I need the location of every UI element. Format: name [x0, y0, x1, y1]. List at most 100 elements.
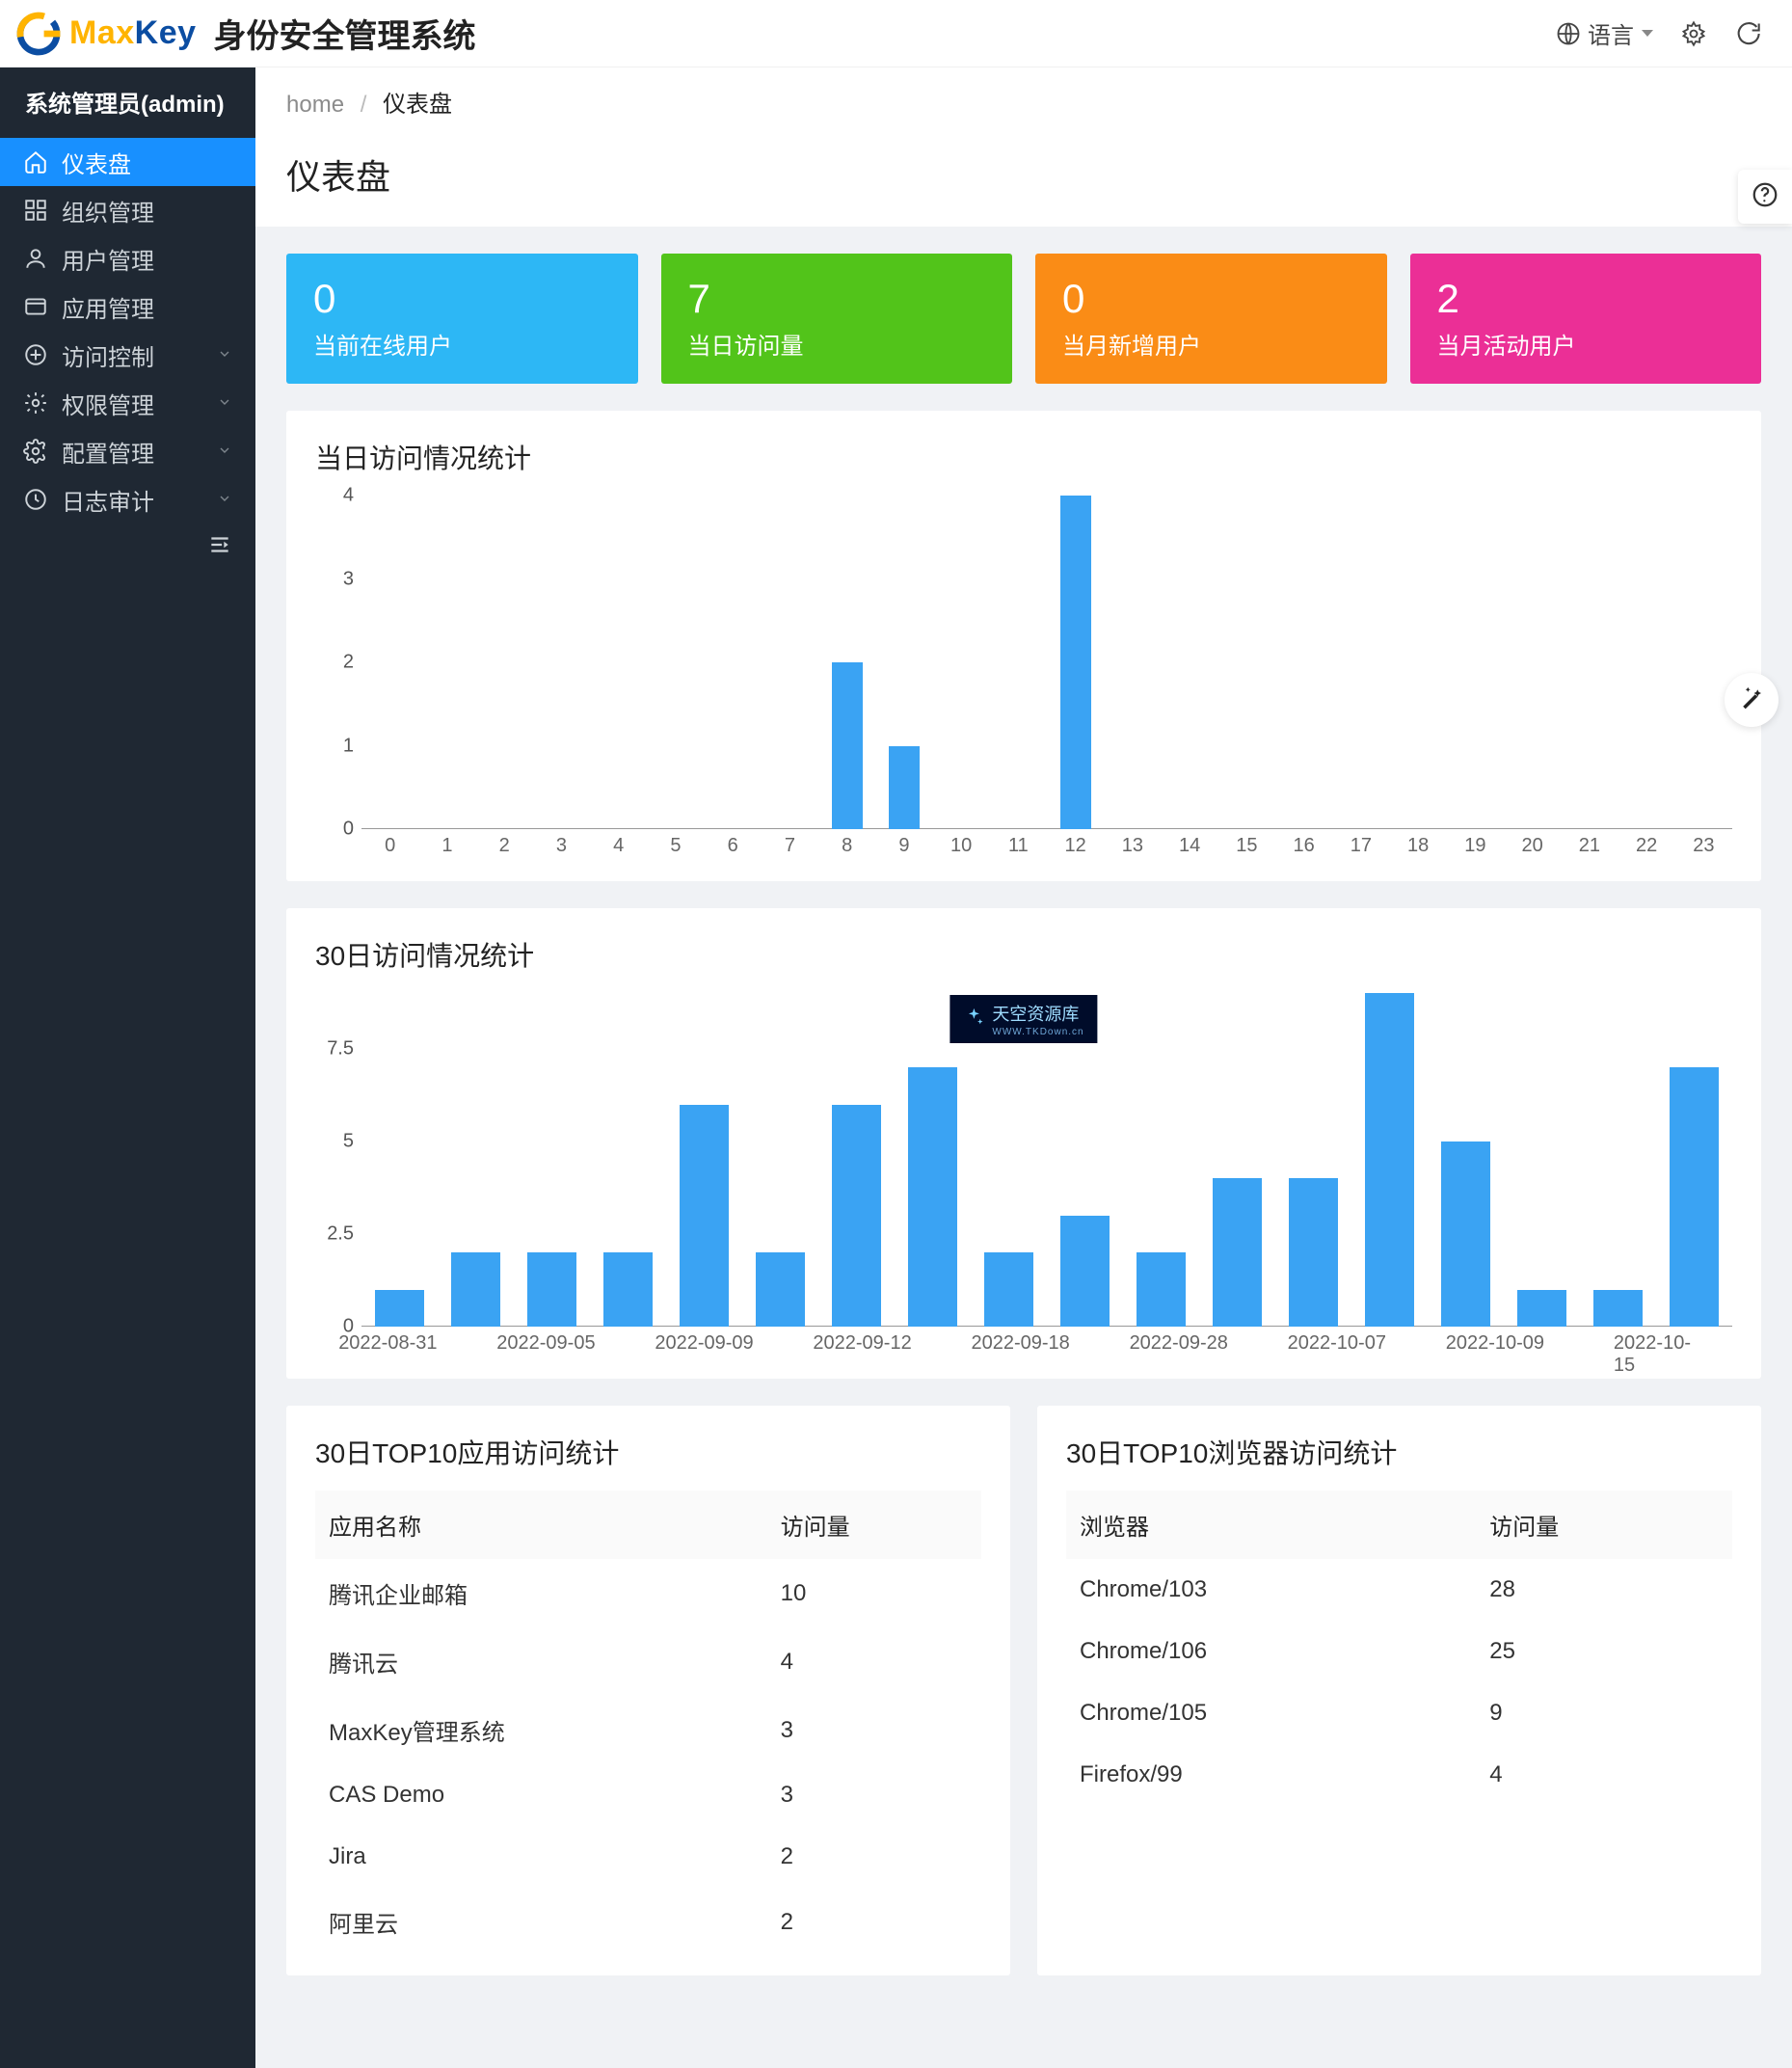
- x-tick: 13: [1104, 829, 1161, 862]
- x-tick: 3: [533, 829, 590, 862]
- table-cell: MaxKey管理系统: [315, 1696, 767, 1764]
- bar-slot: [438, 993, 514, 1327]
- chevron-down-icon: [217, 341, 232, 368]
- wand-icon: [1737, 684, 1766, 717]
- bar-slot: [1504, 496, 1561, 829]
- x-tick: 2: [476, 829, 533, 862]
- bar-slot: [1275, 496, 1332, 829]
- page-title-bar: 仪表盘: [255, 136, 1792, 227]
- help-fab[interactable]: [1738, 170, 1792, 224]
- sidebar-item-3[interactable]: 应用管理: [0, 282, 255, 331]
- watermark-badge: 天空资源库WWW.TKDown.cn: [949, 995, 1097, 1043]
- bar: [1670, 1067, 1719, 1327]
- sidebar-item-4[interactable]: 访问控制: [0, 331, 255, 379]
- y-tick: 2: [343, 652, 354, 674]
- sidebar-item-label: 用户管理: [62, 242, 154, 276]
- bar-slot: [1047, 496, 1104, 829]
- bar-slot: [361, 993, 438, 1327]
- header-actions: 语言: [1555, 16, 1761, 50]
- sidebar-item-label: 应用管理: [62, 290, 154, 324]
- table-row: CAS Demo3: [315, 1764, 981, 1826]
- bar: [756, 1252, 805, 1327]
- bar-slot: [361, 496, 418, 829]
- breadcrumb-sep: /: [361, 92, 367, 118]
- table-cell: 28: [1476, 1559, 1732, 1621]
- bar-slot: [1656, 993, 1732, 1327]
- bar-slot: [742, 993, 818, 1327]
- bar-slot: [476, 496, 533, 829]
- breadcrumb-home[interactable]: home: [286, 92, 344, 118]
- bar: [1213, 1178, 1262, 1327]
- bar-slot: [1104, 496, 1161, 829]
- x-tick: 19: [1447, 829, 1504, 862]
- sidebar-item-6[interactable]: 配置管理: [0, 427, 255, 475]
- table-cell: 3: [767, 1696, 981, 1764]
- refresh-button[interactable]: [1734, 20, 1761, 47]
- table-row: 腾讯企业邮箱10: [315, 1559, 981, 1627]
- sidebar-item-7[interactable]: 日志审计: [0, 475, 255, 524]
- sidebar-item-5[interactable]: 权限管理: [0, 379, 255, 427]
- bar: [451, 1252, 500, 1327]
- table-cell: Chrome/106: [1066, 1621, 1476, 1682]
- brand-title: 身份安全管理系统: [214, 10, 476, 57]
- bar-slot: [1123, 993, 1199, 1327]
- audit-icon: [23, 487, 48, 512]
- bar-slot: [647, 496, 704, 829]
- table-cell: 2: [767, 1888, 981, 1956]
- collapse-icon: [207, 532, 232, 557]
- app-header: MaxKey 身份安全管理系统 语言: [0, 0, 1792, 67]
- table-cell: 4: [767, 1627, 981, 1696]
- stat-label: 当日访问量: [688, 327, 986, 361]
- table-row: 阿里云2: [315, 1888, 981, 1956]
- org-icon: [23, 198, 48, 223]
- refresh-icon: [1734, 20, 1761, 47]
- sidebar-item-0[interactable]: 仪表盘: [0, 138, 255, 186]
- x-tick: 0: [361, 829, 418, 862]
- table-header: 应用名称: [315, 1491, 767, 1559]
- x-tick: 2022-10-15: [1614, 1332, 1693, 1377]
- x-tick: 6: [705, 829, 762, 862]
- sidebar-item-label: 仪表盘: [62, 146, 131, 179]
- language-switch[interactable]: 语言: [1555, 16, 1653, 50]
- brand: MaxKey 身份安全管理系统: [12, 7, 476, 61]
- bar-slot: [1504, 993, 1580, 1327]
- sidebar-item-2[interactable]: 用户管理: [0, 234, 255, 282]
- table-cell: 腾讯云: [315, 1627, 767, 1696]
- breadcrumb-bar: home / 仪表盘: [255, 67, 1792, 136]
- x-tick: 2022-09-18: [971, 1332, 1069, 1355]
- x-tick: 2022-09-28: [1130, 1332, 1228, 1355]
- bar-slot: [590, 496, 647, 829]
- x-tick: 11: [990, 829, 1047, 862]
- thirty-day-bar-chart: 02.557.52022-08-312022-09-052022-09-0920…: [315, 993, 1732, 1359]
- brand-text-max: Max: [69, 14, 135, 51]
- table-row: 腾讯云4: [315, 1627, 981, 1696]
- y-tick: 7.5: [327, 1037, 354, 1060]
- bar: [832, 662, 863, 829]
- sidebar-item-1[interactable]: 组织管理: [0, 186, 255, 234]
- sidebar-collapse[interactable]: [0, 524, 255, 566]
- table-row: Chrome/1059: [1066, 1682, 1732, 1744]
- stat-value: 0: [1062, 277, 1360, 321]
- x-tick: 22: [1618, 829, 1675, 862]
- bar-slot: [1447, 496, 1504, 829]
- settings-button[interactable]: [1680, 20, 1707, 47]
- bar-slot: [1199, 993, 1275, 1327]
- brand-text-key: Key: [135, 14, 197, 51]
- table-row: Jira2: [315, 1826, 981, 1888]
- bar-slot: [705, 496, 762, 829]
- x-tick: 7: [762, 829, 818, 862]
- x-tick: 21: [1561, 829, 1618, 862]
- bar: [908, 1067, 957, 1327]
- x-tick: 12: [1047, 829, 1104, 862]
- bar-slot: [1332, 496, 1389, 829]
- x-tick: 17: [1332, 829, 1389, 862]
- sparkle-icon: [963, 1007, 984, 1033]
- sidebar-user: 系统管理员(admin): [0, 67, 255, 138]
- table-row: MaxKey管理系统3: [315, 1696, 981, 1764]
- language-label: 语言: [1588, 16, 1634, 50]
- bar: [1441, 1141, 1490, 1327]
- bar-slot: [818, 496, 875, 829]
- bar-slot: [1351, 993, 1428, 1327]
- magic-fab[interactable]: [1725, 673, 1779, 727]
- x-tick: 16: [1275, 829, 1332, 862]
